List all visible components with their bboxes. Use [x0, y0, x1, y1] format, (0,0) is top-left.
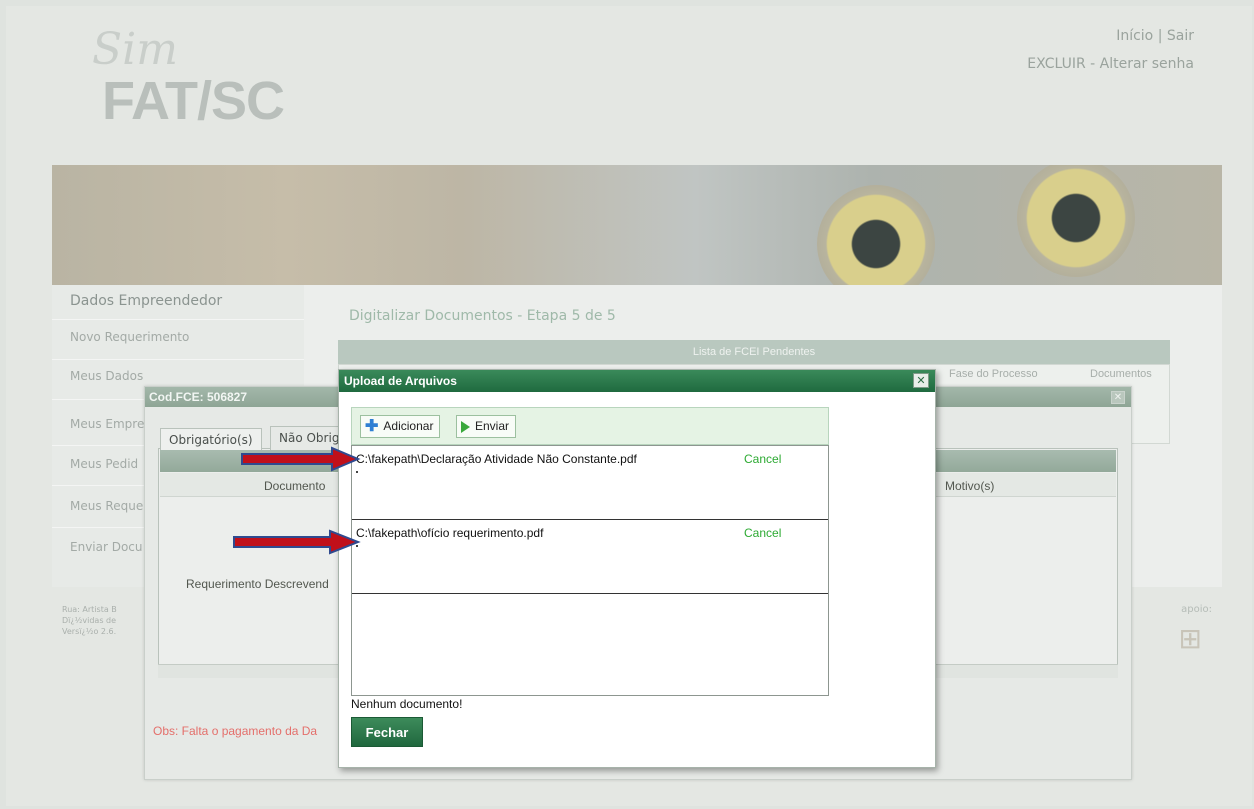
sidebar-item-meus-pedidos[interactable]: Meus Pedid	[70, 457, 138, 471]
file-name: C:\fakepath\ofício requerimento.pdf	[356, 526, 544, 540]
sidebar-item-meus-empreendimentos[interactable]: Meus Empre	[70, 417, 144, 431]
obs-text: Obs: Falta o pagamento da Da	[153, 724, 318, 738]
fce-dialog-close-icon[interactable]: ✕	[1111, 391, 1125, 404]
owl-banner	[52, 165, 1222, 285]
upload-dialog-close-icon[interactable]: ✕	[913, 373, 929, 388]
upload-toolbar: ✚ Adicionar Enviar	[351, 407, 829, 445]
document-row-text: Requerimento Descrevend	[186, 577, 329, 591]
add-file-button[interactable]: ✚ Adicionar	[360, 415, 441, 438]
cancel-link[interactable]: Cancel	[744, 526, 781, 540]
step-title: Digitalizar Documentos - Etapa 5 de 5	[349, 308, 616, 324]
status-text: Nenhum documento!	[351, 697, 463, 711]
top-links: Início | Sair EXCLUIR - Alterar senha	[1027, 28, 1194, 72]
sidebar-item-meus-requerimentos[interactable]: Meus Reque	[70, 499, 143, 513]
upload-file-list: C:\fakepath\Declaração Atividade Não Con…	[351, 445, 829, 696]
send-button[interactable]: Enviar	[456, 415, 517, 438]
red-arrow-icon	[241, 446, 361, 472]
link-excluir[interactable]: EXCLUIR	[1027, 56, 1085, 72]
col-motivos: Motivo(s)	[945, 479, 995, 493]
red-arrow-icon	[233, 529, 361, 555]
play-icon	[461, 420, 470, 433]
link-sair[interactable]: Sair	[1167, 28, 1194, 44]
list-item: C:\fakepath\Declaração Atividade Não Con…	[352, 446, 828, 520]
close-button[interactable]: Fechar	[351, 717, 423, 747]
list-header: Lista de FCEI Pendentes	[338, 340, 1170, 364]
link-inicio[interactable]: Início	[1116, 28, 1153, 44]
sidebar-title: Dados Empreendedor	[70, 293, 223, 309]
link-alterar-senha[interactable]: Alterar senha	[1100, 56, 1194, 72]
owl-eye-right	[1017, 165, 1135, 277]
footer-address: Rua: Artista B Dï¿½vidas de Versï¿½o 2.6…	[62, 605, 117, 636]
file-name: C:\fakepath\Declaração Atividade Não Con…	[356, 452, 637, 466]
upload-dialog-title: Upload de Arquivos	[339, 370, 935, 392]
plus-icon: ✚	[365, 417, 379, 435]
col-documento: Documento	[264, 479, 326, 493]
col-documentos: Documentos	[1090, 368, 1152, 380]
upload-dialog: Upload de Arquivos ✕ ✚ Adicionar Enviar …	[338, 369, 936, 768]
footer-apoio: apoio:	[1181, 604, 1212, 615]
owl-eye-left	[817, 185, 935, 285]
cancel-link[interactable]: Cancel	[744, 452, 781, 466]
logo-main-text: FAT/SC	[102, 71, 285, 131]
sponsor-logo-icon: ⊞	[1178, 623, 1202, 654]
sidebar-item-novo-requerimento[interactable]: Novo Requerimento	[70, 330, 189, 344]
simfat-logo: Sim FAT/SC	[88, 18, 288, 131]
col-fase-processo: Fase do Processo	[949, 368, 1038, 380]
logo-script-text: Sim	[92, 24, 178, 75]
list-item: C:\fakepath\ofício requerimento.pdf Canc…	[352, 520, 828, 594]
sidebar-item-meus-dados[interactable]: Meus Dados	[70, 369, 143, 383]
sidebar-item-enviar-documentos[interactable]: Enviar Docu	[70, 540, 143, 554]
